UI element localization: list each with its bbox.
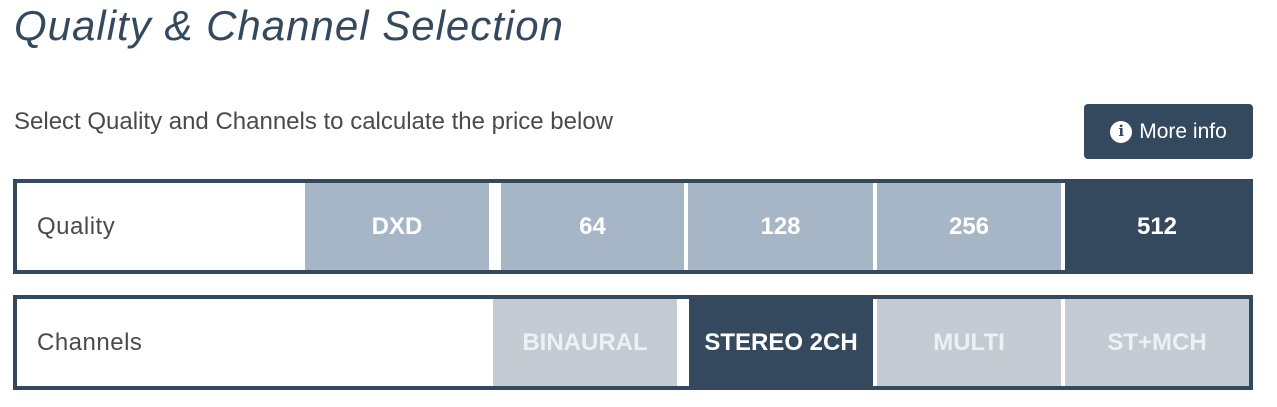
quality-selector: Quality DXD 64 128 256 512 (13, 179, 1253, 274)
info-icon: i (1110, 120, 1133, 143)
instruction-text: Select Quality and Channels to calculate… (14, 108, 614, 135)
channel-option-st-mch[interactable]: ST+MCH (1065, 299, 1249, 386)
more-info-label: More info (1139, 119, 1227, 143)
quality-option-256[interactable]: 256 (877, 183, 1061, 270)
channel-option-multi[interactable]: MULTI (877, 299, 1061, 386)
quality-option-64[interactable]: 64 (501, 183, 684, 270)
quality-option-dxd[interactable]: DXD (305, 183, 489, 270)
channel-option-stereo-2ch[interactable]: STEREO 2CH (689, 299, 873, 386)
page-title: Quality & Channel Selection (14, 2, 564, 49)
channel-option-binaural[interactable]: BINAURAL (493, 299, 677, 386)
channels-selector: Channels BINAURAL STEREO 2CH MULTI ST+MC… (13, 295, 1253, 390)
quality-option-512[interactable]: 512 (1065, 183, 1249, 270)
more-info-button[interactable]: i More info (1084, 104, 1253, 159)
quality-option-128[interactable]: 128 (688, 183, 873, 270)
quality-label: Quality (37, 212, 116, 240)
channels-label: Channels (37, 328, 143, 356)
